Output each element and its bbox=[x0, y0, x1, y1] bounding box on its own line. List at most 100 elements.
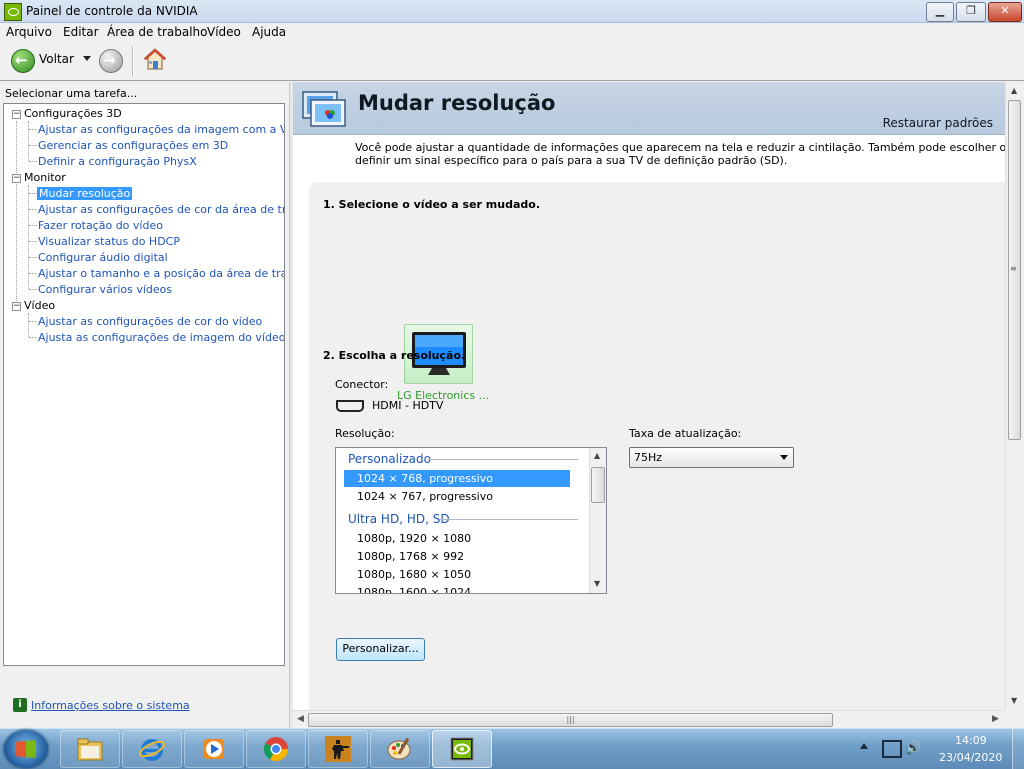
start-button[interactable] bbox=[4, 730, 48, 768]
task-header: Selecionar uma tarefa... bbox=[5, 87, 138, 100]
back-button-label[interactable]: Voltar bbox=[39, 52, 74, 66]
tree-item-physx[interactable]: Definir a configuração PhysX bbox=[38, 155, 197, 168]
refresh-rate-label: Taxa de atualização: bbox=[629, 427, 742, 440]
maximize-button[interactable]: ❐ bbox=[956, 2, 986, 22]
content-pane: Mudar resolução Restaurar padrões Você p… bbox=[293, 82, 1005, 710]
forward-arrow-icon[interactable] bbox=[99, 49, 123, 73]
resolution-group-custom: Personalizado bbox=[348, 452, 431, 466]
taskbar-internet-explorer[interactable] bbox=[122, 730, 182, 768]
step2-heading: 2. Escolha a resolução. bbox=[323, 349, 466, 362]
resolution-list-scrollbar[interactable]: ▲ ▼ bbox=[589, 448, 606, 593]
taskbar-media-player[interactable] bbox=[184, 730, 244, 768]
resolution-group-ultra-hd: Ultra HD, HD, SD bbox=[348, 512, 450, 526]
menu-editar[interactable]: Editar bbox=[63, 25, 99, 39]
page-description: Você pode ajustar a quantidade de inform… bbox=[355, 141, 1005, 167]
paint-icon bbox=[387, 737, 411, 760]
connector-value: HDMI - HDTV bbox=[372, 399, 444, 412]
connector-label: Conector: bbox=[335, 378, 389, 391]
menu-arquivo[interactable]: Arquivo bbox=[6, 25, 52, 39]
tree-item-digital-audio[interactable]: Configurar áudio digital bbox=[38, 251, 168, 264]
scroll-down-icon[interactable]: ▼ bbox=[594, 579, 600, 588]
tree-item-video-image[interactable]: Ajusta as configurações de imagem do víd… bbox=[38, 331, 284, 344]
resolution-list[interactable]: Personalizado 1024 × 768, progressivo 10… bbox=[335, 447, 607, 594]
collapse-icon[interactable]: − bbox=[12, 302, 21, 311]
page-description-line2: definir um sinal específico para o país … bbox=[355, 154, 788, 167]
content-vertical-scrollbar[interactable]: ▲ ≡ ▼ bbox=[1005, 82, 1023, 710]
tree-item-image-settings-preview[interactable]: Ajustar as configurações da imagem com a… bbox=[38, 123, 284, 136]
clock-time[interactable]: 14:09 bbox=[955, 734, 987, 747]
system-info-icon[interactable]: i bbox=[13, 698, 27, 712]
page-header: Mudar resolução Restaurar padrões bbox=[293, 82, 1005, 135]
resolution-item[interactable]: 1024 × 768, progressivo bbox=[357, 472, 493, 485]
settings-panel: 1. Selecione o vídeo a ser mudado. LG El… bbox=[309, 182, 1005, 710]
taskbar-nvidia-control-panel[interactable] bbox=[432, 730, 492, 768]
tree-group-monitor[interactable]: Monitor bbox=[24, 171, 66, 184]
tree-item-hdcp-status[interactable]: Visualizar status do HDCP bbox=[38, 235, 180, 248]
display-resolution-icon bbox=[302, 91, 346, 127]
scroll-down-icon[interactable]: ▼ bbox=[1011, 696, 1017, 705]
system-info-link[interactable]: Informações sobre o sistema bbox=[31, 699, 190, 712]
resolution-item[interactable]: 1080p, 1680 × 1050 bbox=[357, 568, 471, 581]
chevron-down-icon bbox=[780, 455, 788, 460]
menu-bar: Arquivo Editar Área de trabalho Vídeo Aj… bbox=[0, 23, 1024, 41]
refresh-rate-select[interactable]: 75Hz bbox=[629, 447, 794, 468]
resolution-item[interactable]: 1080p, 1920 × 1080 bbox=[357, 532, 471, 545]
task-tree: − Configurações 3D Ajustar as configuraç… bbox=[3, 103, 285, 666]
back-history-dropdown-icon[interactable] bbox=[83, 56, 91, 61]
hdmi-connector-icon bbox=[336, 400, 364, 412]
refresh-rate-value: 75Hz bbox=[634, 451, 663, 464]
show-hidden-icons-icon[interactable] bbox=[860, 743, 868, 749]
clock-date[interactable]: 23/04/2020 bbox=[939, 751, 1002, 764]
menu-area-de-trabalho[interactable]: Área de trabalho bbox=[107, 25, 208, 39]
minimize-button[interactable]: ▁ bbox=[926, 2, 954, 22]
menu-video[interactable]: Vídeo bbox=[207, 25, 241, 39]
taskbar-chrome[interactable] bbox=[246, 730, 306, 768]
home-icon[interactable] bbox=[143, 47, 167, 71]
nvidia-icon bbox=[450, 737, 474, 761]
internet-explorer-icon bbox=[139, 739, 165, 761]
toolbar-separator bbox=[132, 46, 134, 76]
back-arrow-icon[interactable] bbox=[11, 49, 35, 73]
close-button[interactable]: ✕ bbox=[988, 2, 1022, 22]
tree-item-desktop-size-position[interactable]: Ajustar o tamanho e a posição da área de… bbox=[38, 267, 284, 280]
taskbar-paint[interactable] bbox=[370, 730, 430, 768]
scroll-right-icon[interactable]: ▶ bbox=[992, 714, 999, 724]
volume-icon[interactable]: 🔊 bbox=[905, 741, 921, 756]
tree-item-change-resolution[interactable]: Mudar resolução bbox=[37, 187, 133, 200]
taskbar: 🔊 14:09 23/04/2020 bbox=[0, 728, 1024, 769]
menu-ajuda[interactable]: Ajuda bbox=[252, 25, 286, 39]
tree-item-multiple-displays[interactable]: Configurar vários vídeos bbox=[38, 283, 172, 296]
scroll-left-icon[interactable]: ◀ bbox=[297, 714, 304, 724]
tree-item-rotate-display[interactable]: Fazer rotação do vídeo bbox=[38, 219, 163, 232]
scrollbar-thumb[interactable] bbox=[591, 467, 605, 503]
customize-button[interactable]: Personalizar... bbox=[336, 638, 425, 661]
resolution-label: Resolução: bbox=[335, 427, 395, 440]
scroll-up-icon[interactable]: ▲ bbox=[1011, 86, 1017, 95]
scroll-up-icon[interactable]: ▲ bbox=[594, 451, 600, 460]
toolbar: Voltar bbox=[0, 42, 1024, 81]
chrome-icon bbox=[263, 737, 288, 762]
collapse-icon[interactable]: − bbox=[12, 110, 21, 119]
step1-heading: 1. Selecione o vídeo a ser mudado. bbox=[323, 198, 541, 211]
tree-group-video[interactable]: Vídeo bbox=[24, 299, 55, 312]
collapse-icon[interactable]: − bbox=[12, 174, 21, 183]
folder-icon bbox=[77, 738, 103, 761]
show-desktop-button[interactable] bbox=[1012, 729, 1024, 769]
nvidia-app-icon bbox=[4, 3, 22, 21]
network-icon[interactable] bbox=[882, 740, 902, 758]
tree-item-video-color[interactable]: Ajustar as configurações de cor do vídeo bbox=[38, 315, 262, 328]
title-bar: Painel de controle da NVIDIA ▁ ❐ ✕ bbox=[0, 0, 1024, 23]
window-title: Painel de controle da NVIDIA bbox=[26, 4, 198, 18]
taskbar-counter-strike[interactable] bbox=[308, 730, 368, 768]
resolution-item[interactable]: 1080p, 1768 × 992 bbox=[357, 550, 464, 563]
scrollbar-thumb[interactable]: ||| bbox=[308, 713, 833, 727]
resolution-item[interactable]: 1024 × 767, progressivo bbox=[357, 490, 493, 503]
scrollbar-grip: ≡ bbox=[1010, 264, 1017, 273]
tree-group-3d-settings[interactable]: Configurações 3D bbox=[24, 107, 122, 120]
resolution-item[interactable]: 1080p, 1600 × 1024 bbox=[357, 586, 471, 593]
tree-item-manage-3d-settings[interactable]: Gerenciar as configurações em 3D bbox=[38, 139, 228, 152]
content-horizontal-scrollbar[interactable]: ◀ ||| ▶ bbox=[293, 710, 1005, 727]
taskbar-explorer[interactable] bbox=[60, 730, 120, 768]
tree-item-desktop-color[interactable]: Ajustar as configurações de cor da área … bbox=[38, 203, 284, 216]
restore-defaults-link[interactable]: Restaurar padrões bbox=[883, 116, 993, 130]
